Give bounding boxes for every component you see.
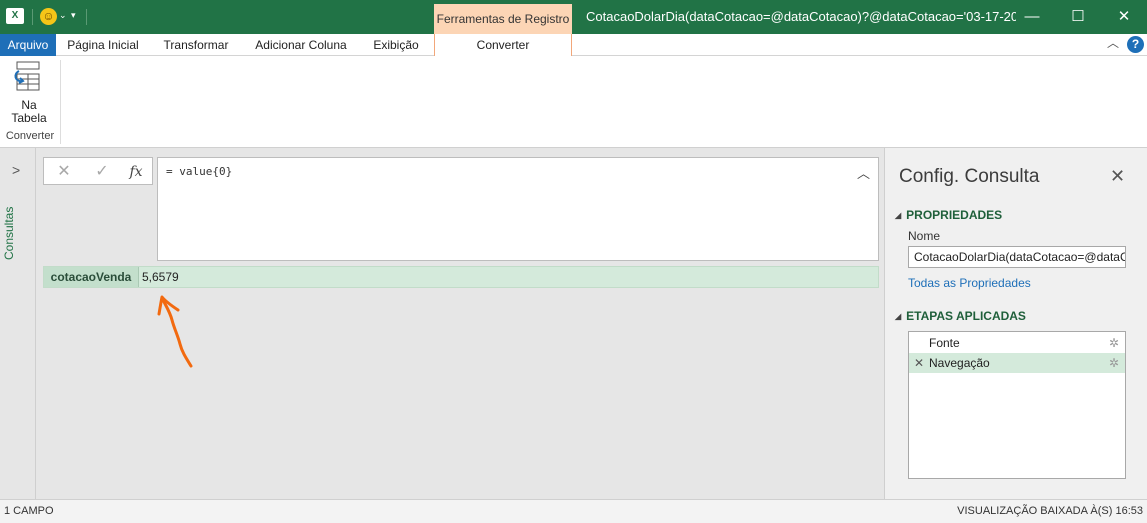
ribbon: Na Tabela Converter (0, 56, 1147, 148)
to-table-button[interactable]: Na Tabela (4, 60, 54, 128)
close-settings-icon[interactable]: ✕ (1110, 166, 1125, 187)
context-tab-record-tools: Ferramentas de Registro (434, 4, 572, 34)
ribbon-tabs: Arquivo Página Inicial Transformar Adici… (0, 34, 1147, 57)
excel-logo-icon: X (6, 8, 24, 24)
queries-pane: > Consultas (0, 148, 36, 499)
applied-steps-list: Fonte ✲ ✕ Navegação ✲ (908, 331, 1126, 479)
record-field-name[interactable]: cotacaoVenda (44, 267, 139, 287)
cancel-formula-icon[interactable]: ✕ (50, 161, 78, 183)
maximize-button[interactable]: ☐ (1055, 0, 1101, 34)
collapse-triangle-icon: ◢ (895, 312, 902, 321)
step-name: Fonte (929, 336, 960, 350)
group-label-convert: Converter (5, 130, 55, 142)
collapse-formula-icon[interactable]: ︿ (857, 163, 870, 182)
properties-header[interactable]: ◢ PROPRIEDADES (895, 208, 1002, 222)
formula-input[interactable]: = value{0} ︿ (157, 157, 879, 261)
divider (86, 9, 87, 25)
to-table-label-2: Tabela (11, 111, 47, 125)
status-field-count: 1 CAMPO (4, 505, 54, 517)
queries-label[interactable]: Consultas (2, 198, 32, 268)
collapse-ribbon-icon[interactable]: ︿ (1107, 34, 1119, 51)
customize-toolbar-icon[interactable]: ▾ (71, 10, 76, 21)
minimize-button[interactable]: — (1009, 0, 1055, 34)
tab-home[interactable]: Página Inicial (56, 34, 150, 56)
window-title: CotacaoDolarDia(dataCotacao=@dataCotacao… (586, 9, 1016, 24)
applied-steps-header[interactable]: ◢ ETAPAS APLICADAS (895, 309, 1026, 323)
to-table-icon (14, 61, 40, 91)
title-bar: X ☺ ⌄ ▾ Ferramentas de Registro CotacaoD… (0, 0, 1147, 34)
applied-steps-header-label: ETAPAS APLICADAS (906, 309, 1026, 323)
collapse-triangle-icon: ◢ (895, 211, 902, 220)
help-icon[interactable]: ? (1127, 36, 1144, 53)
gear-icon[interactable]: ✲ (1109, 353, 1119, 373)
divider (32, 9, 33, 25)
formula-buttons: ✕ ✓ fx (43, 157, 153, 185)
step-name: Navegação (929, 356, 990, 370)
query-settings-pane: Config. Consulta ✕ ◢ PROPRIEDADES Nome Co… (884, 148, 1147, 499)
step-navigation[interactable]: ✕ Navegação ✲ (909, 353, 1125, 373)
query-name-field[interactable]: CotacaoDolarDia(dataCotacao=@dataCotacao… (908, 246, 1126, 268)
properties-header-label: PROPRIEDADES (906, 208, 1003, 222)
all-properties-link[interactable]: Todas as Propriedades (908, 276, 1031, 290)
tab-view[interactable]: Exibição (364, 34, 428, 56)
status-bar: 1 CAMPO VISUALIZAÇÃO BAIXADA À(S) 16:53 (0, 499, 1147, 523)
confirm-formula-icon[interactable]: ✓ (88, 161, 116, 183)
tab-transform[interactable]: Transformar (154, 34, 238, 56)
tab-add-column[interactable]: Adicionar Coluna (246, 34, 356, 56)
gear-icon[interactable]: ✲ (1109, 333, 1119, 353)
feedback-smiley-icon[interactable]: ☺ (40, 8, 57, 25)
fx-icon[interactable]: fx (122, 161, 150, 183)
annotation-arrow-icon (157, 295, 193, 368)
tab-convert[interactable]: Converter (434, 34, 572, 57)
record-field-value[interactable]: 5,6579 (142, 267, 179, 287)
close-window-button[interactable]: ✕ (1101, 0, 1147, 34)
settings-title: Config. Consulta (899, 166, 1040, 187)
step-source[interactable]: Fonte ✲ (909, 333, 1125, 353)
group-separator (60, 60, 61, 144)
status-preview-time: VISUALIZAÇÃO BAIXADA À(S) 16:53 (957, 505, 1143, 517)
chevron-down-icon[interactable]: ⌄ (59, 10, 67, 21)
expand-queries-icon[interactable]: > (12, 162, 20, 178)
formula-text: = value{0} (166, 165, 233, 178)
delete-step-icon[interactable]: ✕ (914, 353, 924, 373)
name-label: Nome (908, 229, 941, 243)
record-row: cotacaoVenda 5,6579 (43, 266, 879, 288)
tab-file[interactable]: Arquivo (0, 34, 56, 56)
